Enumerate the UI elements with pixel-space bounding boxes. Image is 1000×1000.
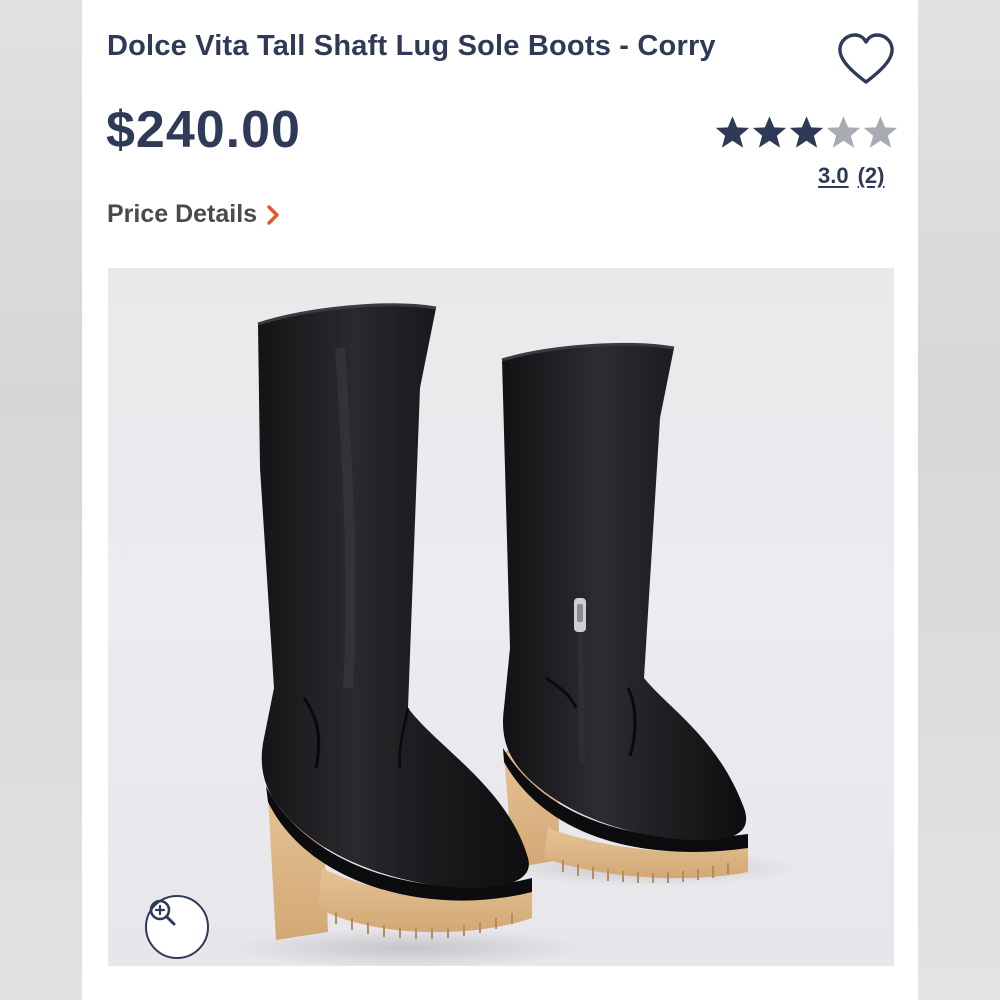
price-details-link[interactable]: Price Details bbox=[107, 200, 281, 229]
heart-outline-icon bbox=[838, 33, 894, 84]
boot-left bbox=[257, 303, 532, 940]
star-empty-icon bbox=[863, 116, 898, 148]
favorite-button[interactable] bbox=[836, 32, 896, 86]
boot-right bbox=[501, 342, 748, 883]
zoom-button[interactable] bbox=[145, 895, 209, 959]
star-filled-icon bbox=[789, 116, 824, 148]
review-count-link[interactable]: (2) bbox=[858, 163, 885, 189]
product-price: $240.00 bbox=[106, 101, 301, 159]
background-right-edge bbox=[918, 0, 1000, 1000]
boots-photo bbox=[228, 303, 798, 966]
star-empty-icon bbox=[826, 116, 861, 148]
star-filled-icon bbox=[752, 116, 787, 148]
panel-bottom bbox=[82, 966, 918, 1000]
product-header: Dolce Vita Tall Shaft Lug Sole Boots - C… bbox=[82, 0, 918, 268]
star-filled-icon bbox=[715, 116, 750, 148]
rating-value-link[interactable]: 3.0 bbox=[818, 163, 849, 189]
zoom-in-icon bbox=[149, 899, 176, 926]
product-image[interactable] bbox=[108, 268, 894, 966]
chevron-right-icon bbox=[267, 204, 279, 225]
product-title: Dolce Vita Tall Shaft Lug Sole Boots - C… bbox=[107, 30, 716, 62]
background-left-edge bbox=[0, 0, 82, 1000]
rating-stars bbox=[714, 112, 899, 154]
price-details-label: Price Details bbox=[107, 200, 258, 228]
product-panel: Dolce Vita Tall Shaft Lug Sole Boots - C… bbox=[82, 0, 918, 1000]
rating-summary: 3.0 (2) bbox=[818, 163, 884, 189]
